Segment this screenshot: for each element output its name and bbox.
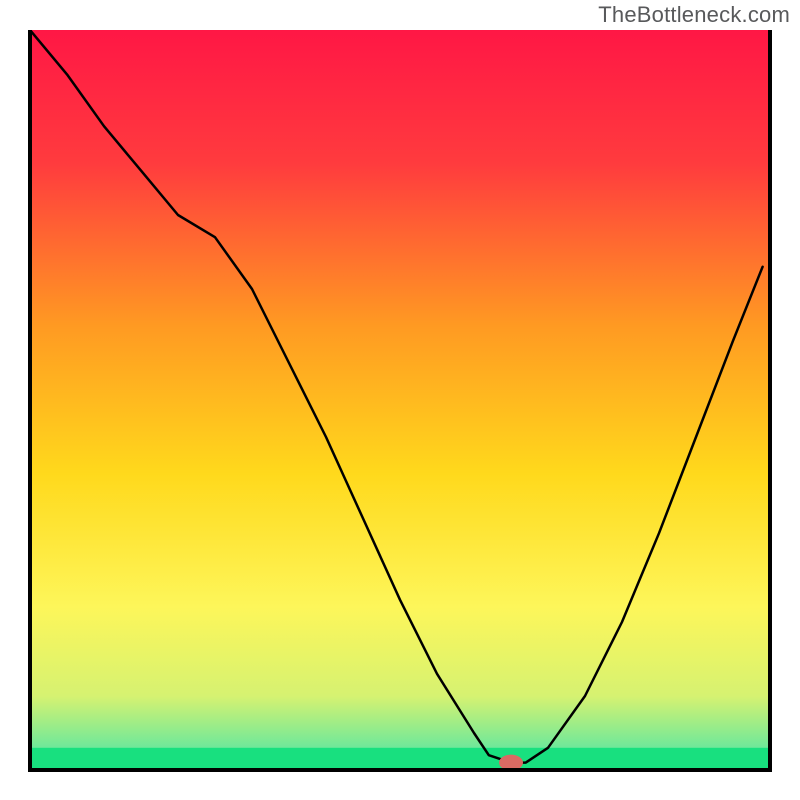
chart-container: TheBottleneck.com [0, 0, 800, 800]
green-band [30, 748, 770, 770]
plot-background [30, 30, 770, 770]
watermark-label: TheBottleneck.com [598, 2, 790, 28]
bottleneck-chart [0, 0, 800, 800]
